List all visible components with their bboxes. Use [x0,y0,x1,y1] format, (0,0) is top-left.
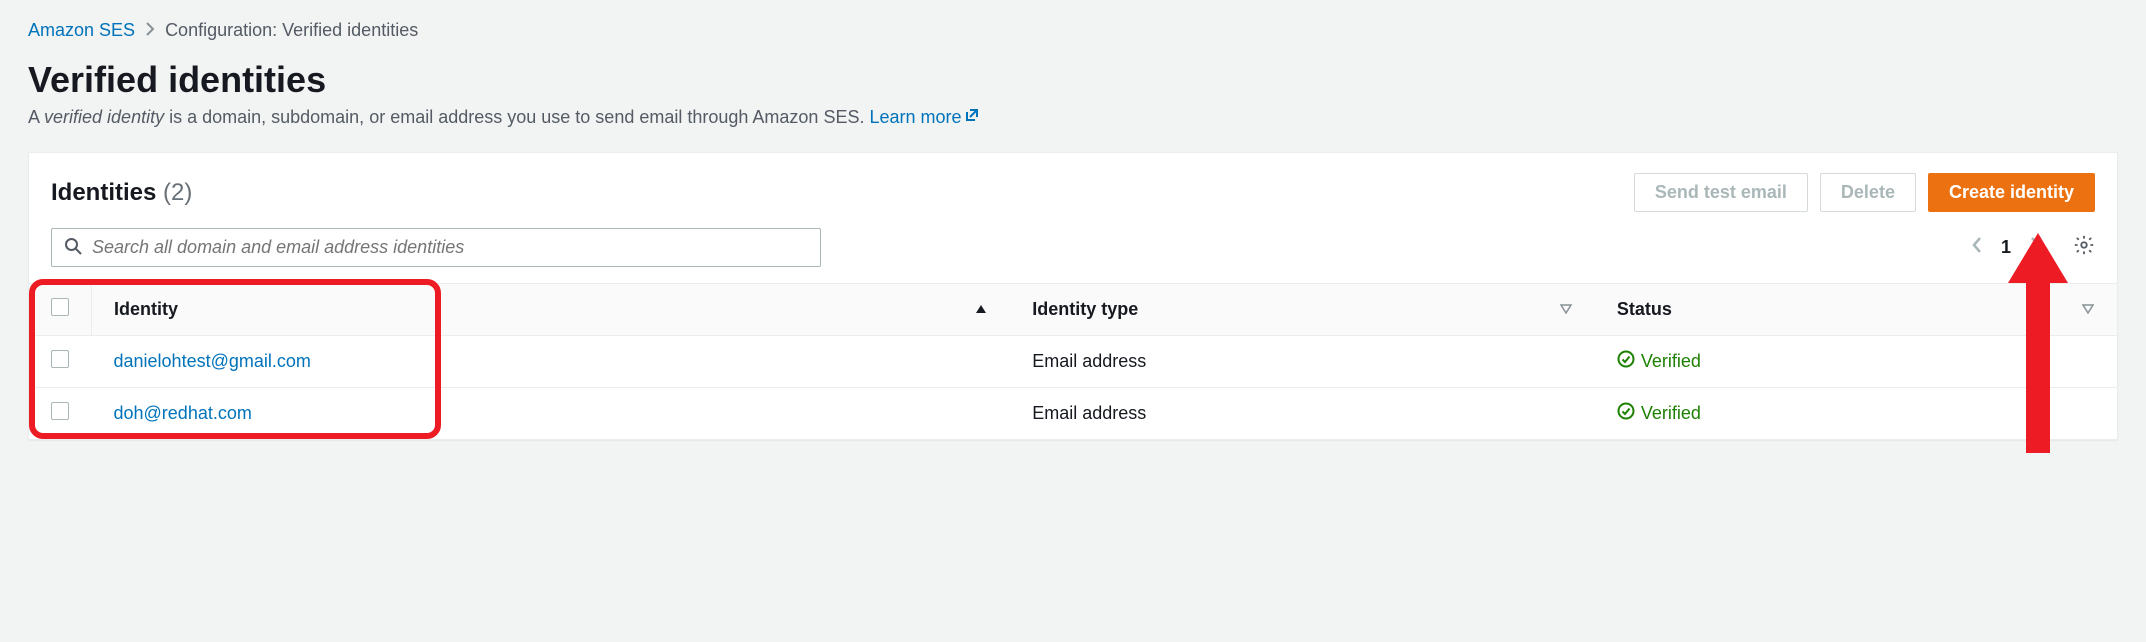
chevron-right-icon [145,20,155,41]
status-cell: Verified [1595,388,2117,440]
table-row: doh@redhat.com Email address Verified [29,388,2117,440]
identities-panel: Identities (2) Send test email Delete Cr… [28,152,2118,440]
identities-table: Identity Identity type Sta [29,283,2117,439]
create-identity-button[interactable]: Create identity [1928,173,2095,212]
row-checkbox[interactable] [51,350,69,368]
prev-page-button[interactable] [1967,232,1987,263]
learn-more-link[interactable]: Learn more [869,107,979,127]
next-page-button[interactable] [2025,232,2045,263]
filter-icon [2081,299,2095,320]
status-cell: Verified [1595,336,2117,388]
page-number: 1 [2001,237,2011,258]
identity-cell[interactable]: danielohtest@gmail.com [92,336,1011,388]
breadcrumb-root[interactable]: Amazon SES [28,20,135,41]
identity-type-cell: Email address [1010,336,1595,388]
check-circle-icon [1617,402,1635,425]
page-subtitle: A verified identity is a domain, subdoma… [28,107,2118,128]
breadcrumb-current: Configuration: Verified identities [165,20,418,41]
external-link-icon [964,107,980,127]
check-circle-icon [1617,350,1635,373]
sort-asc-icon [974,299,988,320]
column-identity-type[interactable]: Identity type [1010,284,1595,336]
search-box[interactable] [51,228,821,267]
identity-type-cell: Email address [1010,388,1595,440]
panel-title: Identities (2) [51,179,192,207]
column-identity[interactable]: Identity [92,284,1011,336]
settings-button[interactable] [2073,234,2095,261]
send-test-email-button[interactable]: Send test email [1634,173,1808,212]
select-all-header [29,284,92,336]
table-row: danielohtest@gmail.com Email address Ver… [29,336,2117,388]
page-title: Verified identities [28,59,2118,101]
breadcrumb: Amazon SES Configuration: Verified ident… [28,20,2118,41]
column-status[interactable]: Status [1595,284,2117,336]
select-all-checkbox[interactable] [51,298,69,316]
row-checkbox[interactable] [51,402,69,420]
search-input[interactable] [92,237,808,258]
identity-cell[interactable]: doh@redhat.com [92,388,1011,440]
pagination: 1 [1967,232,2095,263]
search-icon [64,237,82,258]
delete-button[interactable]: Delete [1820,173,1916,212]
filter-icon [1559,299,1573,320]
